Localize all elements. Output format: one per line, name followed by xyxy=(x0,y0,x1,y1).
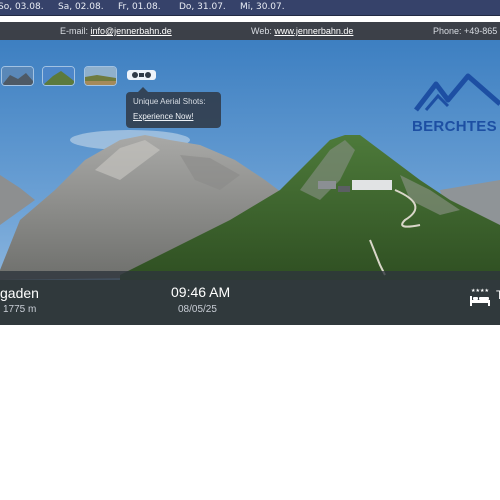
svg-text:★★★★: ★★★★ xyxy=(471,288,489,294)
drone-icon[interactable] xyxy=(126,66,157,84)
brand-logo[interactable]: BERCHTES xyxy=(408,70,500,140)
aerial-tooltip: Unique Aerial Shots: Experience Now! xyxy=(126,87,221,128)
contact-bar: E-mail: info@jennerbahn.de Web: www.jenn… xyxy=(0,22,500,40)
info-bar: gaden 1775 m 09:46 AM 08/05/25 ★★★★ T xyxy=(0,271,500,325)
thumbnail-3[interactable] xyxy=(84,66,117,86)
email-link[interactable]: info@jennerbahn.de xyxy=(91,26,172,36)
date-link-2[interactable]: Sa, 02.08. xyxy=(58,2,104,12)
bed-icon[interactable]: ★★★★ xyxy=(468,287,492,307)
date-link-4[interactable]: Do, 31.07. xyxy=(179,2,226,12)
tooltip-title: Unique Aerial Shots: xyxy=(133,97,206,106)
location-name: gaden xyxy=(0,285,39,301)
mountain-logo-icon xyxy=(414,73,500,112)
hotel-label: T xyxy=(496,288,500,302)
web-link[interactable]: www.jennerbahn.de xyxy=(274,26,353,36)
current-date: 08/05/25 xyxy=(178,304,217,315)
date-link-5[interactable]: Mi, 30.07. xyxy=(240,2,285,12)
phone-info: Phone: +49-865 xyxy=(433,26,498,36)
experience-now-link[interactable]: Experience Now! xyxy=(133,112,193,121)
altitude: 1775 m xyxy=(3,304,37,315)
current-time: 09:46 AM xyxy=(171,284,231,300)
web-info: Web: www.jennerbahn.de xyxy=(251,26,353,36)
email-label: E-mail: xyxy=(60,26,89,36)
thumbnail-2[interactable] xyxy=(42,66,75,86)
web-label: Web: xyxy=(251,26,272,36)
thumbnail-1[interactable] xyxy=(1,66,34,86)
brand-name: BERCHTES xyxy=(412,118,497,135)
date-link-3[interactable]: Fr, 01.08. xyxy=(118,2,161,12)
date-link-1[interactable]: So, 03.08. xyxy=(0,2,44,12)
date-bar: So, 03.08. Sa, 02.08. Fr, 01.08. Do, 31.… xyxy=(0,0,500,16)
webcam-image: Unique Aerial Shots: Experience Now! BER… xyxy=(0,40,500,325)
email-info: E-mail: info@jennerbahn.de xyxy=(60,26,172,36)
